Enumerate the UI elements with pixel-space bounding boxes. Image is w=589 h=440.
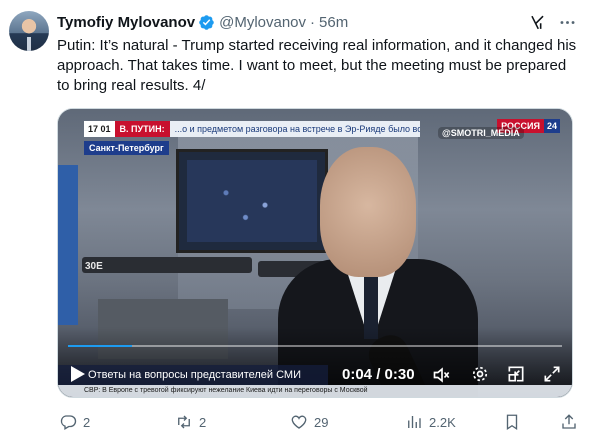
left-screen — [58, 165, 78, 325]
broadcast-city: Санкт-Петербург — [84, 141, 169, 155]
share-button[interactable] — [560, 412, 584, 432]
tweet-header: Tymofiy Mylovanov @Mylovanov · 56m — [57, 12, 348, 32]
tweet-text: Putin: It’s natural - Trump started rece… — [57, 37, 577, 94]
drone-left — [82, 257, 252, 273]
like-button[interactable]: 29 — [290, 412, 328, 432]
fullscreen-button[interactable] — [542, 364, 562, 384]
views-count: 2.2K — [429, 414, 456, 430]
repost-count: 2 — [199, 414, 207, 430]
broadcast-topbar: 17 01 В. ПУТИН: ...о и предметом разгово… — [58, 121, 420, 137]
more-icon — [560, 20, 574, 24]
drone-label: 30E — [85, 261, 103, 272]
play-button[interactable] — [70, 365, 86, 383]
fullscreen-icon — [544, 366, 560, 382]
broadcast-time: 17 01 — [84, 121, 115, 137]
volume-muted-icon — [433, 367, 450, 383]
reply-count: 2 — [83, 414, 91, 430]
views-button[interactable]: 2.2K — [405, 412, 456, 432]
gear-icon — [472, 366, 488, 382]
tweet-time[interactable]: 56m — [319, 14, 348, 31]
video-timecode: 0:04 / 0:30 — [342, 366, 415, 383]
author-handle[interactable]: @Mylovanov — [219, 14, 306, 31]
grok-button[interactable] — [526, 11, 548, 33]
separator-dot: · — [310, 13, 316, 31]
views-icon — [408, 416, 421, 428]
wall-monitor — [176, 149, 328, 253]
verified-badge-icon — [198, 14, 215, 31]
volume-button[interactable] — [432, 365, 452, 383]
reply-icon — [60, 415, 77, 430]
tweet[interactable]: Tymofiy Mylovanov @Mylovanov · 56m Putin… — [0, 0, 589, 440]
avatar[interactable] — [9, 11, 49, 51]
author-name[interactable]: Tymofiy Mylovanov — [57, 14, 195, 31]
minimize-icon — [508, 366, 524, 382]
repost-icon — [178, 415, 190, 429]
channel-number: 24 — [543, 119, 560, 133]
pip-button[interactable] — [506, 364, 526, 384]
progress-bar[interactable] — [68, 345, 562, 347]
tweet-actions: 2 2 29 2.2K — [57, 412, 577, 432]
broadcast-subticker: СВР: В Европе с тревогой фиксируют нежел… — [58, 385, 572, 397]
video-player[interactable]: 30E 17 01 В. ПУТИН: ...о и предметом раз… — [57, 108, 573, 398]
video-watermark: @SMOTRI_MEDIA — [438, 127, 524, 139]
heart-icon — [291, 415, 307, 429]
reply-button[interactable]: 2 — [59, 412, 90, 432]
settings-button[interactable] — [470, 364, 490, 384]
bookmark-button[interactable] — [503, 412, 527, 432]
broadcast-ticker: ...о и предметом разговора на встрече в … — [169, 121, 420, 137]
caption-row: Ответы на вопросы представителей СМИ — [58, 365, 328, 385]
grok-icon — [530, 15, 544, 29]
repost-button[interactable]: 2 — [175, 412, 206, 432]
more-button[interactable] — [556, 11, 578, 33]
share-icon — [562, 414, 576, 429]
broadcast-speaker: В. ПУТИН: — [114, 121, 170, 137]
play-icon — [71, 366, 85, 382]
speaker-head — [320, 147, 416, 277]
bookmark-icon — [506, 414, 518, 431]
progress-fill — [68, 345, 133, 347]
like-count: 29 — [314, 414, 329, 430]
avatar-tie — [27, 37, 31, 51]
broadcast-caption: Ответы на вопросы представителей СМИ — [58, 365, 328, 385]
